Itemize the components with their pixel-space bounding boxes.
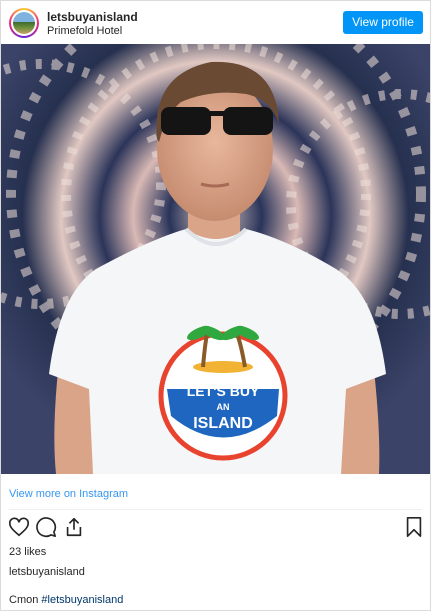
caption-username[interactable]: letsbuyanisland xyxy=(9,566,85,578)
avatar-image xyxy=(13,12,35,34)
divider xyxy=(9,509,422,510)
caption: Cmon #letsbuyanisland xyxy=(9,594,123,606)
instagram-embed: letsbuyanisland Primefold Hotel View pro… xyxy=(0,0,431,611)
username-link[interactable]: letsbuyanisland xyxy=(47,10,138,24)
location-link[interactable]: Primefold Hotel xyxy=(47,25,122,37)
heart-icon[interactable] xyxy=(8,516,32,540)
caption-text: Cmon xyxy=(9,594,42,606)
comment-icon[interactable] xyxy=(35,516,59,540)
avatar[interactable] xyxy=(9,8,39,38)
tshirt-text-line1: LET'S BUY xyxy=(187,383,260,399)
post-photo[interactable]: LET'S BUY AN ISLAND xyxy=(1,44,430,474)
post-header: letsbuyanisland Primefold Hotel View pro… xyxy=(1,1,430,44)
view-profile-button[interactable]: View profile xyxy=(343,11,423,34)
hashtag-link[interactable]: #letsbuyanisland xyxy=(41,594,123,606)
tshirt-text-line3: ISLAND xyxy=(193,415,253,432)
likes-count: 23 likes xyxy=(9,546,47,558)
view-more-link[interactable]: View more on Instagram xyxy=(9,488,128,500)
tshirt-text-line2: AN xyxy=(217,402,230,412)
bookmark-icon[interactable] xyxy=(403,516,427,540)
avatar-ring xyxy=(11,10,37,36)
photo-image: LET'S BUY AN ISLAND xyxy=(1,44,430,474)
action-bar xyxy=(1,516,430,542)
share-icon[interactable] xyxy=(63,516,87,540)
